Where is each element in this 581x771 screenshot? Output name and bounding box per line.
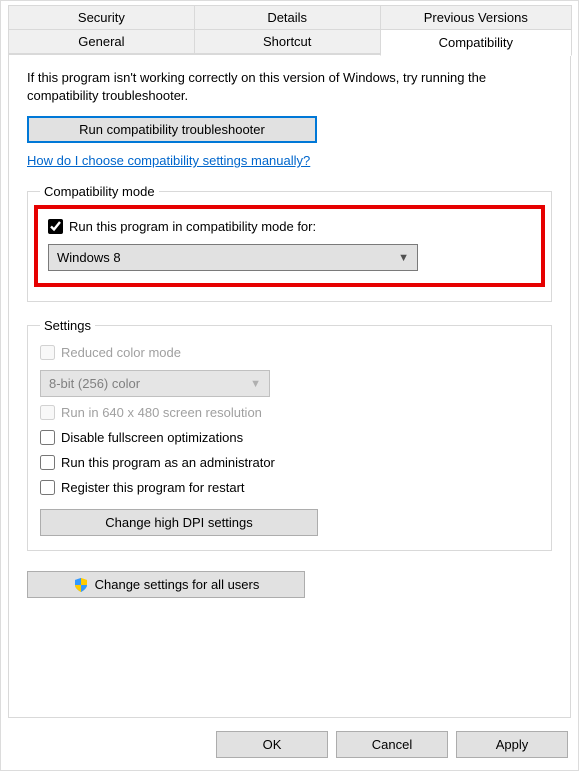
manual-settings-link[interactable]: How do I choose compatibility settings m… [27, 153, 310, 168]
register-restart-label: Register this program for restart [61, 480, 245, 495]
run-as-admin-label: Run this program as an administrator [61, 455, 275, 470]
intro-text: If this program isn't working correctly … [27, 69, 552, 104]
tab-details[interactable]: Details [194, 5, 381, 30]
disable-fullscreen-checkbox[interactable] [40, 430, 55, 445]
settings-group: Settings Reduced color mode 8-bit (256) … [27, 318, 552, 551]
register-restart-row[interactable]: Register this program for restart [40, 480, 539, 495]
run-as-admin-checkbox[interactable] [40, 455, 55, 470]
tab-security[interactable]: Security [8, 5, 195, 30]
apply-button[interactable]: Apply [456, 731, 568, 758]
disable-fullscreen-label: Disable fullscreen optimizations [61, 430, 243, 445]
run-640-label: Run in 640 x 480 screen resolution [61, 405, 262, 420]
reduced-color-row: Reduced color mode [40, 345, 539, 360]
compatibility-panel: If this program isn't working correctly … [8, 54, 571, 718]
change-all-users-label: Change settings for all users [95, 577, 260, 592]
compatibility-mode-legend: Compatibility mode [40, 184, 159, 199]
compat-mode-check-row[interactable]: Run this program in compatibility mode f… [48, 219, 531, 234]
compatibility-mode-group: Compatibility mode Run this program in c… [27, 184, 552, 302]
color-mode-select: 8-bit (256) color ▼ [40, 370, 270, 397]
chevron-down-icon: ▼ [398, 252, 409, 264]
dialog-button-row: OK Cancel Apply [216, 731, 568, 758]
tab-strip: Security Details Previous Versions Gener… [1, 1, 578, 55]
tab-previous-versions[interactable]: Previous Versions [380, 5, 572, 30]
color-mode-value: 8-bit (256) color [49, 376, 140, 391]
tab-compatibility[interactable]: Compatibility [380, 29, 572, 56]
run-as-admin-row[interactable]: Run this program as an administrator [40, 455, 539, 470]
compat-mode-selected-value: Windows 8 [57, 250, 121, 265]
settings-legend: Settings [40, 318, 95, 333]
run-640-row: Run in 640 x 480 screen resolution [40, 405, 539, 420]
change-dpi-button[interactable]: Change high DPI settings [40, 509, 318, 536]
properties-dialog: Security Details Previous Versions Gener… [0, 0, 579, 771]
cancel-button[interactable]: Cancel [336, 731, 448, 758]
reduced-color-label: Reduced color mode [61, 345, 181, 360]
compat-mode-label: Run this program in compatibility mode f… [69, 219, 316, 234]
disable-fullscreen-row[interactable]: Disable fullscreen optimizations [40, 430, 539, 445]
chevron-down-icon: ▼ [250, 378, 261, 390]
register-restart-checkbox[interactable] [40, 480, 55, 495]
reduced-color-checkbox [40, 345, 55, 360]
ok-button[interactable]: OK [216, 731, 328, 758]
compat-mode-select[interactable]: Windows 8 ▼ [48, 244, 418, 271]
highlight-box: Run this program in compatibility mode f… [34, 205, 545, 287]
run-troubleshooter-button[interactable]: Run compatibility troubleshooter [27, 116, 317, 143]
tab-shortcut[interactable]: Shortcut [194, 29, 381, 54]
tab-general[interactable]: General [8, 29, 195, 54]
shield-icon [73, 577, 89, 593]
compat-mode-checkbox[interactable] [48, 219, 63, 234]
change-all-users-button[interactable]: Change settings for all users [27, 571, 305, 598]
run-640-checkbox [40, 405, 55, 420]
